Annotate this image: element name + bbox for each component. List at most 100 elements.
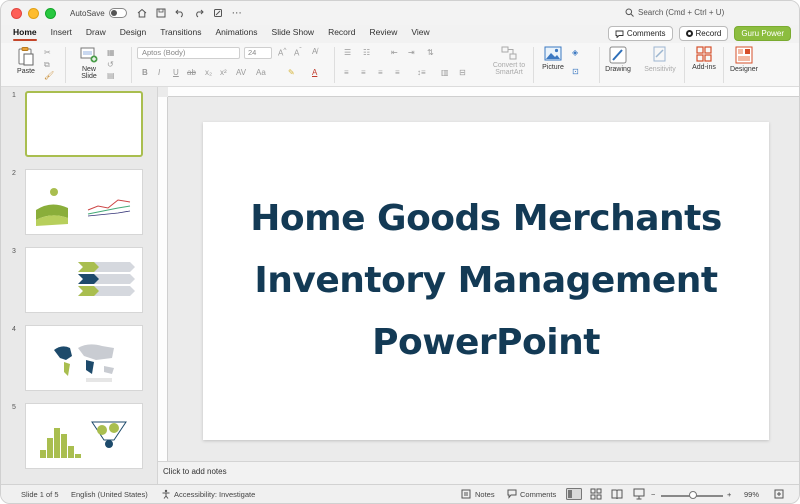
record-button[interactable]: Record <box>678 26 729 41</box>
tab-record[interactable]: Record <box>328 25 355 41</box>
picture-button[interactable]: Picture <box>538 46 568 71</box>
increase-font-icon[interactable]: A^ <box>278 47 286 58</box>
redo-icon[interactable] <box>194 8 204 18</box>
tab-insert[interactable]: Insert <box>51 25 72 41</box>
line-spacing-icon[interactable]: ↕≡ <box>417 68 426 77</box>
zoom-level[interactable]: 99% <box>744 490 759 499</box>
italic-icon[interactable]: I <box>158 68 160 77</box>
highlight-icon[interactable]: ✎ <box>288 68 295 77</box>
font-size-field[interactable]: 24 <box>244 47 272 59</box>
text-direction-icon[interactable]: ⇅ <box>427 48 434 57</box>
increase-indent-icon[interactable]: ⇥ <box>408 48 415 57</box>
more-commands-icon[interactable]: ⋯ <box>232 8 242 19</box>
search-box[interactable]: Search (Cmd + Ctrl + U) <box>625 8 724 17</box>
cut-icon[interactable]: ✂ <box>44 48 51 57</box>
copy-icon[interactable]: ⧉ <box>44 60 50 70</box>
comments-status-icon <box>507 489 517 499</box>
comments-button[interactable]: Comments <box>607 26 673 41</box>
current-slide[interactable]: Home Goods Merchants Inventory Managemen… <box>203 122 769 440</box>
home-icon[interactable] <box>137 8 147 18</box>
slide-counter: Slide 1 of 5 <box>21 490 59 499</box>
section-icon[interactable]: ▤ <box>107 71 115 80</box>
minimize-window-button[interactable] <box>28 7 39 19</box>
thumb-number-1: 1 <box>12 92 16 99</box>
zoom-out-icon[interactable]: − <box>651 490 655 499</box>
tab-home[interactable]: Home <box>13 25 37 41</box>
fit-slide-icon[interactable] <box>774 489 784 499</box>
vertical-ruler[interactable] <box>158 97 168 461</box>
bullets-icon[interactable]: ☰ <box>344 48 351 57</box>
autosave-toggle[interactable] <box>108 8 127 18</box>
slide-thumbnail-4[interactable] <box>25 325 143 391</box>
slide-title[interactable]: Home Goods Merchants Inventory Managemen… <box>250 188 722 374</box>
columns-icon[interactable]: ▥ <box>441 68 449 77</box>
strikethrough-icon[interactable]: ab <box>187 68 196 77</box>
search-icon <box>625 8 634 17</box>
slide-sorter-icon[interactable] <box>590 488 602 500</box>
font-color-icon[interactable]: A <box>312 68 317 77</box>
designer-button[interactable]: Designer <box>727 46 761 73</box>
subscript-icon[interactable]: x₂ <box>205 68 212 77</box>
new-slide-button[interactable]: New Slide <box>73 46 105 80</box>
layout-icon[interactable]: ▦ <box>107 48 115 57</box>
slide-thumbnail-2[interactable] <box>25 169 143 235</box>
justify-icon[interactable]: ≡ <box>395 68 400 77</box>
tab-draw[interactable]: Draw <box>86 25 106 41</box>
notes-pane[interactable]: Click to add notes <box>158 461 799 483</box>
convert-label-2: SmartArt <box>495 69 523 76</box>
numbering-icon[interactable]: ☷ <box>363 48 370 57</box>
notes-button[interactable]: Notes <box>475 490 495 499</box>
undo-icon[interactable] <box>174 8 185 18</box>
tab-animations[interactable]: Animations <box>215 25 257 41</box>
clear-format-icon[interactable]: A̸ <box>312 47 317 56</box>
align-left-icon[interactable]: ≡ <box>344 68 349 77</box>
ribbon-divider <box>723 47 724 83</box>
horizontal-ruler[interactable] <box>168 87 799 97</box>
bold-icon[interactable]: B <box>142 68 148 77</box>
tab-slide-show[interactable]: Slide Show <box>272 25 315 41</box>
slide-thumbnail-1[interactable] <box>25 91 143 157</box>
addins-button[interactable]: Add-ins <box>688 46 720 71</box>
zoom-in-icon[interactable]: + <box>727 490 731 499</box>
format-painter-qat-icon[interactable] <box>213 8 223 18</box>
align-center-icon[interactable]: ≡ <box>361 68 366 77</box>
accessibility-status[interactable]: Accessibility: Investigate <box>174 490 255 499</box>
slide-thumbnail-pane: 1 2 3 4 5 <box>1 87 158 484</box>
save-icon[interactable] <box>156 8 166 18</box>
guru-power-button[interactable]: Guru Power <box>734 26 791 41</box>
underline-icon[interactable]: U <box>173 68 179 77</box>
slide-thumbnail-3[interactable] <box>25 247 143 313</box>
paste-button[interactable]: Paste <box>11 46 41 75</box>
textbox-icon[interactable]: ⊡ <box>572 67 579 76</box>
decrease-font-icon[interactable]: Aˇ <box>294 47 302 58</box>
align-text-icon[interactable]: ⊟ <box>459 68 466 77</box>
character-spacing-icon[interactable]: AV <box>236 68 246 77</box>
superscript-icon[interactable]: x² <box>220 68 227 77</box>
reset-icon[interactable]: ↺ <box>107 60 114 69</box>
accessibility-icon[interactable] <box>161 489 171 499</box>
slideshow-icon[interactable] <box>633 488 645 500</box>
comments-status-button[interactable]: Comments <box>520 490 556 499</box>
normal-view-icon[interactable] <box>566 488 582 500</box>
change-case-icon[interactable]: Aa <box>256 68 266 77</box>
shapes-icon[interactable]: ◈ <box>572 48 578 57</box>
reading-view-icon[interactable] <box>611 488 623 500</box>
drawing-button[interactable]: Drawing <box>603 46 633 73</box>
format-painter-icon[interactable]: 🖌 <box>44 71 54 80</box>
tab-view[interactable]: View <box>411 25 429 41</box>
zoom-window-button[interactable] <box>45 7 56 19</box>
sensitivity-button[interactable]: Sensitivity <box>642 46 678 73</box>
slide-thumbnail-5[interactable] <box>25 403 143 469</box>
tab-review[interactable]: Review <box>369 25 397 41</box>
decrease-indent-icon[interactable]: ⇤ <box>391 48 398 57</box>
language-status[interactable]: English (United States) <box>71 490 148 499</box>
font-name-field[interactable]: Aptos (Body) <box>137 47 240 59</box>
ribbon-divider <box>599 47 600 83</box>
zoom-slider-thumb[interactable] <box>689 491 697 499</box>
close-window-button[interactable] <box>11 7 22 19</box>
align-right-icon[interactable]: ≡ <box>378 68 383 77</box>
convert-label-1: Convert to <box>492 62 526 69</box>
convert-smartart-button[interactable]: Convert to SmartArt <box>489 46 529 76</box>
tab-design[interactable]: Design <box>120 25 146 41</box>
tab-transitions[interactable]: Transitions <box>160 25 201 41</box>
